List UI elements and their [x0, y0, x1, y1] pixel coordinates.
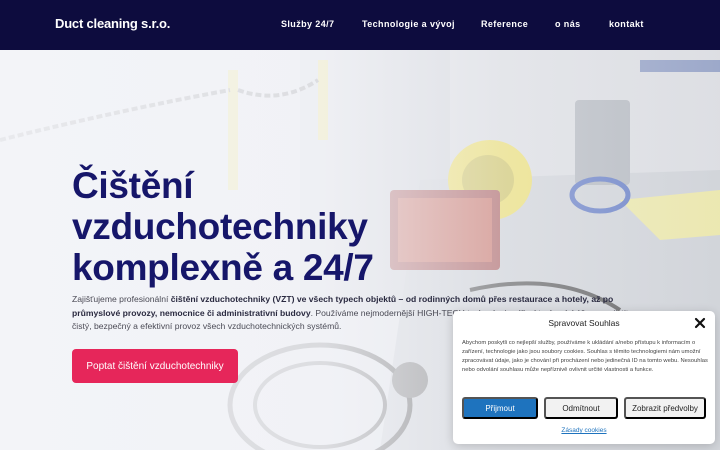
accept-button[interactable]: Přijmout: [462, 397, 538, 419]
hero-title-line-2: vzduchotechniky: [72, 206, 368, 247]
nav-item-reference[interactable]: Reference: [481, 19, 528, 29]
cookie-policy-link[interactable]: Zásady cookies: [453, 427, 715, 434]
deny-button[interactable]: Odmítnout: [544, 397, 618, 419]
cta-button[interactable]: Poptat čištění vzduchotechniky: [72, 349, 238, 383]
close-icon[interactable]: [694, 317, 706, 329]
site-header: Duct cleaning s.r.o. Služby 24/7 Technol…: [0, 0, 720, 50]
nav-item-o-nas[interactable]: o nás: [555, 19, 581, 29]
nav-item-kontakt[interactable]: kontakt: [609, 19, 644, 29]
cookie-title: Spravovat Souhlas: [548, 318, 620, 328]
main-nav: Služby 24/7 Technologie a vývoj Referenc…: [0, 0, 720, 50]
cookie-consent-panel: Spravovat Souhlas Abychom poskytli co ne…: [453, 311, 715, 444]
nav-item-technologie[interactable]: Technologie a vývoj: [362, 19, 455, 29]
nav-item-sluzby[interactable]: Služby 24/7: [281, 19, 334, 29]
preferences-button[interactable]: Zobrazit předvolby: [624, 397, 706, 419]
hero-description-intro: Zajišťujeme profesionální: [72, 294, 171, 304]
hero-title: Čištění vzduchotechniky komplexně a 24/7: [72, 165, 432, 288]
hero-title-line-1: Čištění: [72, 165, 194, 206]
cookie-message: Abychom poskytli co nejlepší služby, pou…: [462, 340, 708, 373]
hero-title-line-3: komplexně a 24/7: [72, 247, 374, 288]
